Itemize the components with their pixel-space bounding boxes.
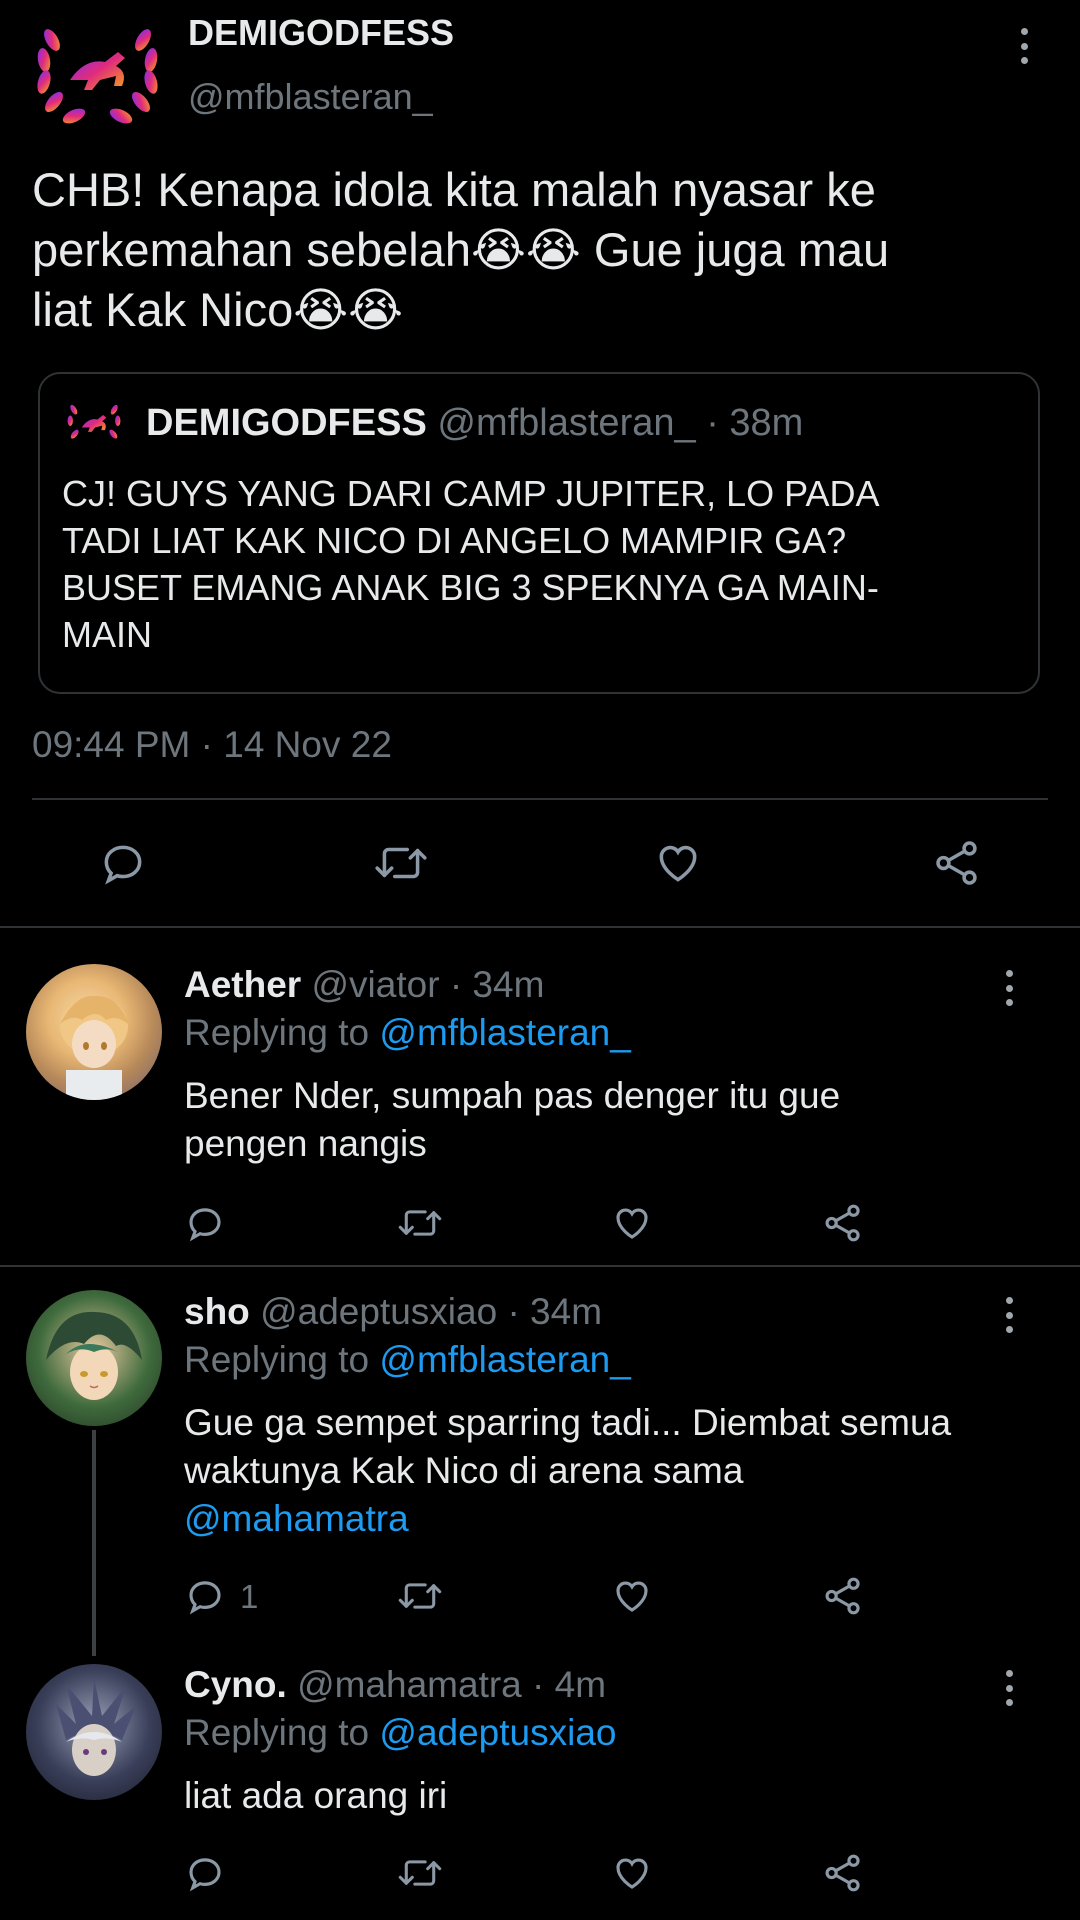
sho-avatar-image <box>46 1311 142 1400</box>
quoted-text-line: BUSET EMANG ANAK BIG 3 SPEKNYA GA MAIN- <box>62 567 879 608</box>
main-text-line-2: perkemahan sebelah <box>32 223 471 276</box>
thread-line <box>92 1430 96 1656</box>
reply-text-line: waktunya Kak Nico di arena sama <box>184 1450 744 1491</box>
reply-icon[interactable] <box>98 838 148 888</box>
reply-display-name[interactable]: Cyno. <box>184 1664 287 1705</box>
replying-to-label: Replying to <box>184 1712 370 1753</box>
reply-time: · 34m <box>449 964 545 1005</box>
retweet-icon[interactable] <box>396 1202 444 1244</box>
quoted-tweet-card[interactable]: DEMIGODFESS @mfblasteran_ · 38m CJ! GUYS… <box>38 372 1040 694</box>
quoted-handle: @mfblasteran_ <box>437 402 696 444</box>
quoted-avatar <box>67 404 121 439</box>
replying-to-label: Replying to <box>184 1339 370 1380</box>
share-icon[interactable] <box>822 1202 864 1244</box>
more-vertical-icon[interactable] <box>1003 1670 1015 1706</box>
reply-icon[interactable] <box>184 1202 226 1244</box>
replying-to-link[interactable]: @mfblasteran_ <box>379 1339 630 1380</box>
reply-text: liat ada orang iri <box>184 1772 447 1820</box>
quoted-time: · 38m <box>706 402 804 444</box>
main-text-line-2b: Gue juga mau <box>580 223 890 276</box>
share-icon[interactable] <box>822 1575 864 1617</box>
replying-to-link[interactable]: @adeptusxiao <box>379 1712 616 1753</box>
cyno-avatar-image <box>56 1678 136 1776</box>
crying-emoji: 😭😭 <box>470 223 581 276</box>
reply-icon[interactable] <box>184 1852 226 1894</box>
quoted-text-line: CJ! GUYS YANG DARI CAMP JUPITER, LO PADA <box>62 473 880 514</box>
reply-handle[interactable]: @mahamatra <box>297 1664 522 1705</box>
replying-to-label: Replying to <box>184 1012 370 1053</box>
reply-display-name[interactable]: sho <box>184 1291 250 1332</box>
avatar[interactable] <box>26 1664 162 1800</box>
reply-handle[interactable]: @adeptusxiao <box>260 1291 497 1332</box>
share-icon[interactable] <box>932 838 982 888</box>
main-avatar[interactable] <box>30 10 165 130</box>
retweet-icon[interactable] <box>396 1852 444 1894</box>
aether-avatar-image <box>60 995 130 1100</box>
reply-handle[interactable]: @viator <box>311 964 439 1005</box>
reply-time: · 4m <box>532 1664 607 1705</box>
main-text-line-1: CHB! Kenapa idola kita malah nyasar ke <box>32 163 876 216</box>
like-icon[interactable] <box>652 838 704 888</box>
divider <box>32 798 1048 800</box>
main-display-name[interactable]: DEMIGODFESS <box>188 12 454 54</box>
reply-text-line: Gue ga sempet sparring tadi... Diembat s… <box>184 1402 952 1443</box>
reply-count: 1 <box>240 1578 259 1615</box>
more-vertical-icon[interactable] <box>1003 1297 1015 1333</box>
reply-time: · 34m <box>507 1291 603 1332</box>
like-icon[interactable] <box>610 1575 654 1617</box>
quoted-text: CJ! GUYS YANG DARI CAMP JUPITER, LO PADA… <box>62 470 880 658</box>
like-icon[interactable] <box>610 1202 654 1244</box>
reply-text: Bener Nder, sumpah pas denger itu gue pe… <box>184 1072 840 1168</box>
main-text-line-3: liat Kak Nico <box>32 283 294 336</box>
crying-emoji: 😭😭 <box>293 283 404 336</box>
more-vertical-icon[interactable] <box>1018 28 1030 64</box>
retweet-icon[interactable] <box>372 838 430 888</box>
main-tweet-text: CHB! Kenapa idola kita malah nyasar ke p… <box>32 160 889 340</box>
divider <box>0 926 1080 928</box>
main-handle[interactable]: @mfblasteran_ <box>188 76 433 118</box>
share-icon[interactable] <box>822 1852 864 1894</box>
more-vertical-icon[interactable] <box>1003 970 1015 1006</box>
avatar[interactable] <box>26 1290 162 1426</box>
replying-to-link[interactable]: @mfblasteran_ <box>379 1012 630 1053</box>
retweet-icon[interactable] <box>396 1575 444 1617</box>
mention-link[interactable]: @mahamatra <box>184 1495 951 1543</box>
reply-text-line: Bener Nder, sumpah pas denger itu gue <box>184 1075 841 1116</box>
reply-text-line: liat ada orang iri <box>184 1775 448 1816</box>
quoted-display-name: DEMIGODFESS <box>146 402 427 444</box>
laurel-logo-image <box>37 29 158 124</box>
quoted-text-line: TADI LIAT KAK NICO DI ANGELO MAMPIR GA? <box>62 520 847 561</box>
quoted-text-line: MAIN <box>62 614 152 655</box>
tweet-timestamp[interactable]: 09:44 PM · 14 Nov 22 <box>32 724 392 766</box>
reply-icon[interactable] <box>184 1575 226 1617</box>
divider <box>0 1265 1080 1267</box>
avatar[interactable] <box>26 964 162 1100</box>
reply-text-line: pengen nangis <box>184 1123 427 1164</box>
reply-display-name[interactable]: Aether <box>184 964 301 1005</box>
reply-text: Gue ga sempet sparring tadi... Diembat s… <box>184 1399 951 1543</box>
like-icon[interactable] <box>610 1852 654 1894</box>
